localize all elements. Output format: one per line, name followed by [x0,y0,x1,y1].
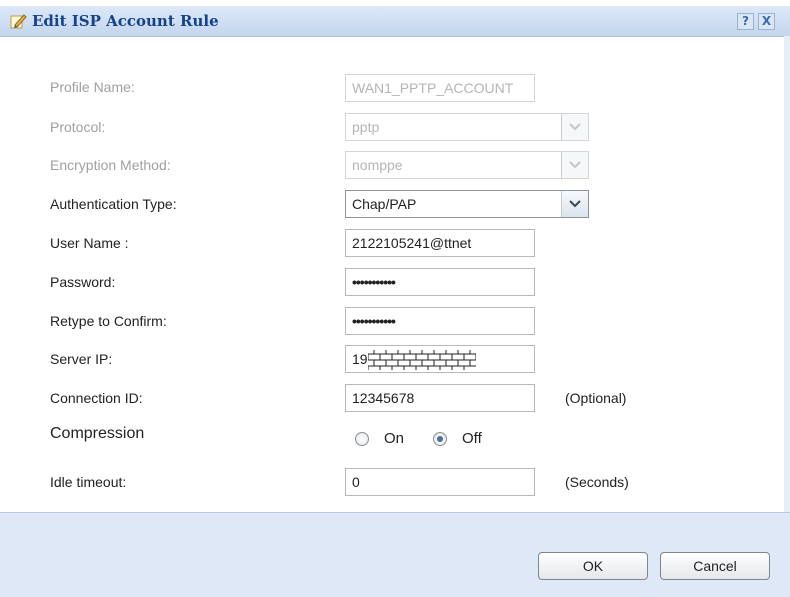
protocol-label: Protocol: [50,119,106,135]
encryption-label: Encryption Method: [50,157,171,173]
profile-name-label: Profile Name: [50,79,135,95]
retype-password-field[interactable]: ••••••••••• [345,307,535,335]
compression-label: Compression [50,425,145,442]
redaction-scribble [368,350,476,370]
auth-type-value: Chap/PAP [352,196,417,212]
compression-off-label[interactable]: Off [462,430,482,447]
auth-type-label: Authentication Type: [50,196,177,212]
idle-timeout-field[interactable]: 0 [345,468,535,496]
server-ip-label: Server IP: [50,351,113,367]
password-field[interactable]: ••••••••••• [345,268,535,296]
compression-on-radio[interactable] [355,432,369,446]
chevron-down-icon [561,114,588,140]
protocol-select[interactable]: pptp [345,113,589,141]
profile-name-field[interactable]: WAN1_PPTP_ACCOUNT [345,74,535,102]
protocol-value: pptp [352,119,380,135]
edit-isp-account-dialog: Edit ISP Account Rule ? X Profile Name: … [0,0,790,597]
server-ip-field[interactable]: 19 [345,345,535,373]
server-ip-value: 19 [352,351,368,367]
close-icon[interactable]: X [758,13,775,30]
dialog-titlebar: Edit ISP Account Rule ? X [0,6,790,37]
retype-label: Retype to Confirm: [50,313,167,329]
edit-pencil-icon [9,12,27,30]
connection-id-hint: (Optional) [565,390,627,406]
password-label: Password: [50,274,116,290]
chevron-down-icon [561,152,588,178]
idle-timeout-label: Idle timeout: [50,474,127,490]
compression-on-label[interactable]: On [384,430,404,447]
auth-type-select[interactable]: Chap/PAP [345,190,589,218]
ok-button[interactable]: OK [538,552,648,580]
connection-id-field[interactable]: 12345678 [345,384,535,412]
user-name-label: User Name : [50,235,129,251]
encryption-select[interactable]: nomppe [345,151,589,179]
compression-off-radio[interactable] [433,432,447,446]
idle-timeout-hint: (Seconds) [565,474,629,490]
help-icon[interactable]: ? [737,13,754,30]
user-name-field[interactable]: 2122105241@ttnet [345,229,535,257]
dialog-title: Edit ISP Account Rule [32,12,219,30]
cancel-button[interactable]: Cancel [660,552,770,580]
connection-id-label: Connection ID: [50,390,143,406]
encryption-value: nomppe [352,157,403,173]
chevron-down-icon[interactable] [561,191,588,217]
scroll-edge [784,36,790,512]
